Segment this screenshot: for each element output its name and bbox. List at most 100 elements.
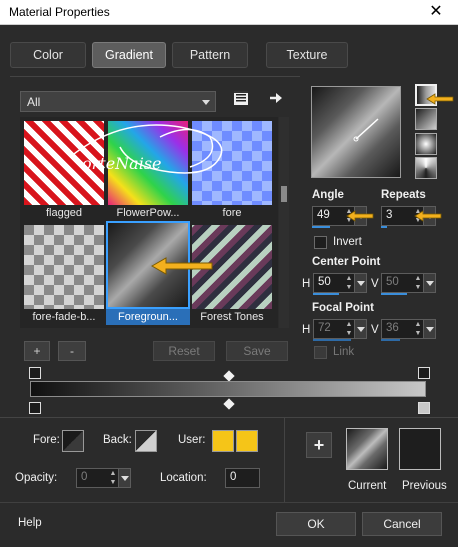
tab-pattern[interactable]: Pattern [172, 42, 248, 68]
location-label: Location: [160, 472, 207, 484]
opacity-label: Opacity: [15, 472, 58, 484]
focal-h-spinner[interactable]: 72 ▲ ▼ [313, 319, 367, 339]
add-gradient-button[interactable]: + [24, 341, 50, 361]
gallery-item-label: fore [222, 207, 242, 219]
center-h-label: H [302, 278, 311, 290]
focal-v-spinner[interactable]: 36 ▲ ▼ [381, 319, 436, 339]
tab-texture[interactable]: Texture [266, 42, 348, 68]
section-divider [284, 417, 285, 502]
arrow-right-icon[interactable] [268, 90, 284, 106]
spinner-arrows-icon[interactable]: ▲ ▼ [413, 274, 423, 292]
invert-label: Invert [333, 236, 362, 248]
color-stop-left[interactable] [29, 402, 41, 414]
fore-label: Fore: [33, 434, 60, 446]
angle-slider[interactable] [312, 226, 330, 228]
center-h-slider[interactable] [313, 293, 339, 295]
chevron-down-icon[interactable] [423, 274, 435, 292]
current-swatch [346, 428, 388, 470]
gradient-preview[interactable] [311, 86, 401, 178]
focal-v-slider[interactable] [381, 339, 400, 341]
list-view-icon[interactable] [233, 90, 249, 106]
section-divider [0, 417, 458, 418]
current-label: Current [348, 480, 387, 492]
gallery-item-label: flagged [45, 207, 83, 219]
gallery-item[interactable] [24, 225, 104, 309]
center-v-spinner[interactable]: 50 ▲ ▼ [381, 273, 436, 293]
color-midpoint-marker[interactable] [223, 398, 235, 410]
gradient-bar[interactable] [30, 381, 426, 397]
watermark-logo: orteNaise [60, 117, 250, 187]
category-dropdown-value: All [27, 95, 41, 109]
window-title: Material Properties [9, 5, 110, 19]
center-h-value: 50 [318, 276, 331, 288]
sunburst-style-icon[interactable] [415, 133, 437, 155]
angle-handle-icon[interactable] [352, 115, 382, 145]
category-dropdown[interactable]: All [20, 91, 216, 112]
opacity-value: 0 [81, 471, 88, 483]
user-swatch-2[interactable] [236, 430, 258, 452]
add-swatch-button[interactable]: + [306, 432, 332, 458]
opacity-spinner[interactable]: 0 ▲ ▼ [76, 468, 131, 488]
focal-v-label: V [371, 324, 379, 336]
fore-swatch[interactable] [62, 430, 84, 452]
close-button[interactable]: ✕ [426, 2, 446, 22]
ok-button[interactable]: OK [276, 512, 356, 536]
chevron-down-icon[interactable] [423, 320, 435, 338]
radial-style-icon[interactable] [415, 157, 437, 179]
spinner-arrows-icon[interactable]: ▲ ▼ [413, 320, 423, 338]
angle-value: 49 [317, 209, 330, 221]
opacity-stop-left[interactable] [29, 367, 41, 379]
focal-h-value: 72 [318, 322, 331, 334]
save-button[interactable]: Save [226, 341, 288, 361]
gradient-thumbnail [24, 225, 104, 309]
invert-checkbox[interactable] [314, 236, 327, 249]
gallery-item-label: fore-fade-b... [32, 311, 96, 323]
tab-gradient[interactable]: Gradient [92, 42, 166, 68]
focal-v-value: 36 [386, 322, 399, 334]
center-v-slider[interactable] [381, 293, 407, 295]
user-label: User: [178, 434, 206, 446]
gallery-item-label: Foregroun... [118, 311, 178, 323]
chevron-down-icon[interactable] [354, 320, 366, 338]
opacity-stop-right[interactable] [418, 367, 430, 379]
color-stop-right[interactable] [418, 402, 430, 414]
opacity-midpoint-marker[interactable] [223, 370, 235, 382]
angle-label: Angle [312, 189, 344, 201]
center-h-spinner[interactable]: 50 ▲ ▼ [313, 273, 367, 293]
reset-button[interactable]: Reset [153, 341, 215, 361]
repeats-label: Repeats [381, 189, 426, 201]
gradient-gallery: flagged FlowerPow... fore fore-fade-b...… [20, 117, 278, 328]
remove-gradient-button[interactable]: - [58, 341, 86, 361]
rectangular-style-icon[interactable] [415, 108, 437, 130]
annotation-arrow-icon [414, 210, 442, 222]
user-swatch-1[interactable] [212, 430, 234, 452]
tab-bar: Color Gradient Pattern Texture [10, 42, 350, 72]
repeats-value: 3 [386, 209, 393, 221]
annotation-arrow-icon [150, 256, 214, 276]
help-button[interactable]: Help [18, 517, 42, 529]
location-input[interactable]: 0 [225, 468, 260, 488]
center-point-label: Center Point [312, 256, 381, 268]
repeats-slider[interactable] [381, 226, 387, 228]
title-bar: Material Properties ✕ [0, 0, 458, 25]
gallery-item-label: FlowerPow... [116, 207, 180, 219]
gallery-scrollbar[interactable] [279, 117, 289, 328]
center-v-label: V [371, 278, 379, 290]
back-swatch[interactable] [135, 430, 157, 452]
watermark-text: orteNaise [82, 154, 162, 173]
gallery-scrollbar-thumb[interactable] [281, 186, 287, 202]
center-v-value: 50 [386, 276, 399, 288]
focal-point-label: Focal Point [312, 302, 374, 314]
focal-h-slider[interactable] [313, 339, 351, 341]
location-value: 0 [230, 471, 237, 483]
spinner-arrows-icon[interactable]: ▲ ▼ [344, 274, 354, 292]
chevron-down-icon[interactable] [354, 274, 366, 292]
cancel-button[interactable]: Cancel [362, 512, 442, 536]
spinner-arrows-icon[interactable]: ▲ ▼ [344, 320, 354, 338]
chevron-down-icon[interactable] [118, 469, 130, 487]
tab-color[interactable]: Color [10, 42, 86, 68]
spinner-arrows-icon[interactable]: ▲ ▼ [108, 469, 118, 487]
link-checkbox[interactable] [314, 346, 327, 359]
previous-swatch[interactable] [399, 428, 441, 470]
annotation-arrow-icon [346, 210, 374, 222]
